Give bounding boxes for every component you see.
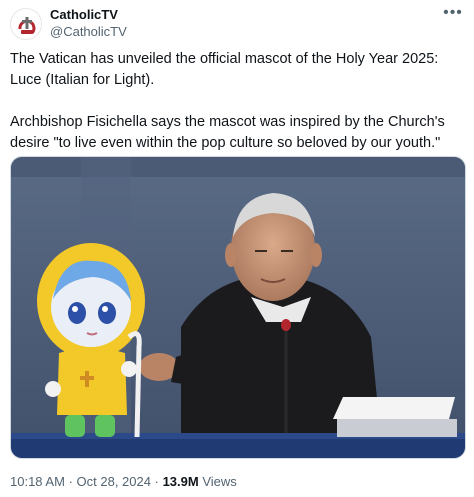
- tweet-text: The Vatican has unveiled the official ma…: [10, 49, 466, 154]
- account-names: CatholicTV @CatholicTV: [50, 6, 127, 40]
- tweet-paragraph: The Vatican has unveiled the official ma…: [10, 51, 439, 88]
- tweet-photo[interactable]: [10, 156, 466, 459]
- avatar[interactable]: [10, 8, 42, 40]
- catholictv-logo-icon: [11, 9, 41, 39]
- photo-mascot-and-archbishop: [11, 157, 465, 458]
- tweet-time[interactable]: 10:18 AM: [10, 474, 65, 489]
- views-count[interactable]: 13.9M: [163, 474, 199, 489]
- account-handle[interactable]: @CatholicTV: [50, 23, 127, 40]
- tweet-date[interactable]: Oct 28, 2024: [77, 474, 151, 489]
- meta-separator: ·: [68, 474, 73, 489]
- meta-separator: ·: [154, 474, 159, 489]
- tweet-paragraph: Archbishop Fisichella says the mascot wa…: [10, 114, 445, 151]
- display-name[interactable]: CatholicTV: [50, 6, 127, 23]
- views-label: Views: [202, 474, 237, 489]
- more-options-icon[interactable]: •••: [442, 4, 464, 22]
- tweet-header: CatholicTV @CatholicTV •••: [10, 4, 468, 46]
- tweet-meta: 10:18 AM · Oct 28, 2024 · 13.9M Views: [10, 474, 237, 489]
